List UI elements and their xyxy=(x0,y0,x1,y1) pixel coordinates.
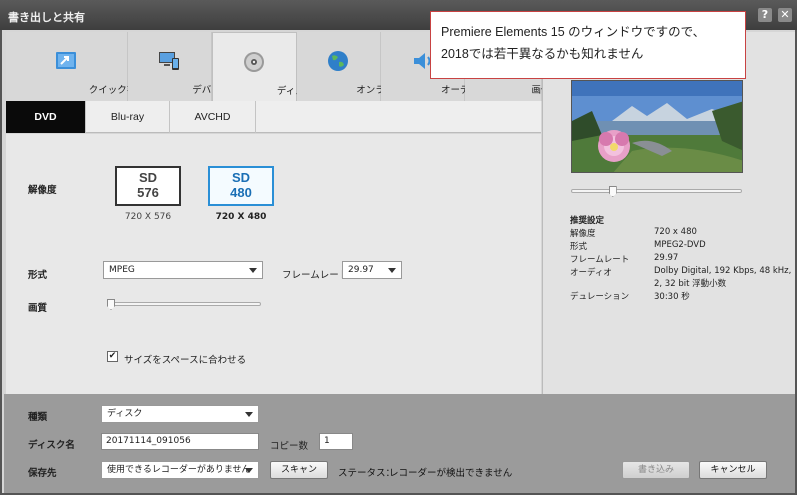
annotation-line: Premiere Elements 15 のウィンドウですので、 xyxy=(441,25,706,39)
help-button[interactable]: ? xyxy=(758,8,772,22)
framerate-value: 29.97 xyxy=(348,265,374,275)
tab-online[interactable]: オンライン xyxy=(296,32,404,101)
setting-value: Dolby Digital, 192 Kbps, 48 kHz, xyxy=(654,266,792,276)
setting-key: オーディオ xyxy=(570,268,612,278)
type-select[interactable]: ディスク xyxy=(101,405,259,423)
quality-label: 画質 xyxy=(28,303,48,314)
status-value: レコーダーが検出できません xyxy=(389,468,513,479)
format-select[interactable]: MPEG xyxy=(103,261,263,279)
globe-icon xyxy=(328,51,349,71)
scan-button[interactable]: スキャン xyxy=(270,461,328,479)
disc-name-input[interactable]: 20171114_091056 xyxy=(101,433,259,450)
window-title: 書き出しと共有 xyxy=(8,11,85,24)
save-to-select[interactable]: 使用できるレコーダーがありません xyxy=(101,461,259,479)
output-options-bar: 種類 ディスク ディスク名 20171114_091056 コピー数 1 保存先… xyxy=(4,394,795,493)
subtab-avchd[interactable]: AVCHD xyxy=(170,101,256,133)
save-to-label: 保存先 xyxy=(28,468,57,479)
setting-value: 30:30 秒 xyxy=(654,292,690,302)
resolution-576-caption: 720 X 576 xyxy=(124,212,172,222)
quality-slider-track[interactable] xyxy=(109,302,261,306)
setting-key: フレームレート xyxy=(570,255,630,265)
devices-icon xyxy=(159,52,180,70)
close-button[interactable]: ✕ xyxy=(778,8,792,22)
type-label: 種類 xyxy=(28,412,48,423)
setting-value: 720 x 480 xyxy=(654,227,697,237)
preview-scrub-thumb[interactable] xyxy=(608,186,617,197)
annotation-line: 2018では若干異なるかも知れません xyxy=(441,47,644,61)
quality-slider-thumb[interactable] xyxy=(107,299,115,310)
preview-thumbnail xyxy=(572,81,742,172)
res-value-text: 576 xyxy=(137,185,159,200)
chevron-down-icon xyxy=(388,268,396,273)
chevron-down-icon xyxy=(245,412,253,417)
settings-panel: 解像度 SD 576 720 X 576 SD 480 720 X 480 形式… xyxy=(6,134,541,394)
setting-value: MPEG2-DVD xyxy=(654,240,706,250)
fit-to-space-checkbox[interactable]: ✔ xyxy=(107,351,118,362)
subtab-bluray[interactable]: Blu-ray xyxy=(86,101,170,133)
annotation-callout: Premiere Elements 15 のウィンドウですので、 2018では若… xyxy=(430,11,746,79)
copies-input[interactable]: 1 xyxy=(319,433,353,450)
disc-type-tabs: DVD Blu-ray AVCHD xyxy=(6,101,541,133)
tab-devices[interactable]: デバイス xyxy=(127,32,230,101)
format-label: 形式 xyxy=(28,270,48,281)
write-button[interactable]: 書き込み xyxy=(622,461,690,479)
disc-name-label: ディスク名 xyxy=(28,440,75,451)
framerate-label: フレームレート xyxy=(282,270,349,281)
setting-value: 2, 32 bit 浮動小数 xyxy=(654,279,727,289)
type-value: ディスク xyxy=(107,409,143,419)
resolution-label: 解像度 xyxy=(28,185,57,196)
format-value: MPEG xyxy=(109,265,135,275)
resolution-480-option[interactable]: SD 480 xyxy=(208,166,274,206)
save-to-value: 使用できるレコーダーがありません xyxy=(107,465,251,475)
status-label: ステータス： xyxy=(338,468,396,479)
framerate-select[interactable]: 29.97 xyxy=(342,261,402,279)
setting-key: デュレーション xyxy=(570,292,630,302)
setting-key: 解像度 xyxy=(570,229,596,239)
subtab-dvd[interactable]: DVD xyxy=(6,101,86,133)
fit-to-space-label: サイズをスペースに合わせる xyxy=(124,355,247,366)
preview-panel: 推奨設定 解像度 720 x 480 形式 MPEG2-DVD フレームレート … xyxy=(542,32,795,394)
disc-icon xyxy=(244,52,265,72)
preview-image xyxy=(571,80,743,173)
tab-quick-export[interactable]: クイック書き出し xyxy=(6,32,165,101)
res-sd-text: SD xyxy=(231,170,251,185)
recommended-settings-title: 推奨設定 xyxy=(570,216,605,226)
preview-scrub-track[interactable] xyxy=(571,189,742,193)
resolution-576-option[interactable]: SD 576 xyxy=(115,166,181,206)
chevron-down-icon xyxy=(249,268,257,273)
cancel-button[interactable]: キャンセル xyxy=(699,461,767,479)
res-sd-text: SD xyxy=(138,170,158,185)
dialog-body: クイック書き出し デバイス ディスク オンライン オーディオ 画像 DVD Bl… xyxy=(0,30,797,495)
chevron-down-icon xyxy=(245,468,253,473)
resolution-480-caption: 720 X 480 xyxy=(215,212,267,222)
setting-key: 形式 xyxy=(570,242,588,252)
setting-value: 29.97 xyxy=(654,253,679,263)
res-value-text: 480 xyxy=(230,185,252,200)
tab-disc[interactable]: ディスク xyxy=(212,32,314,101)
quick-export-icon xyxy=(56,52,77,69)
copies-label: コピー数 xyxy=(270,441,309,452)
